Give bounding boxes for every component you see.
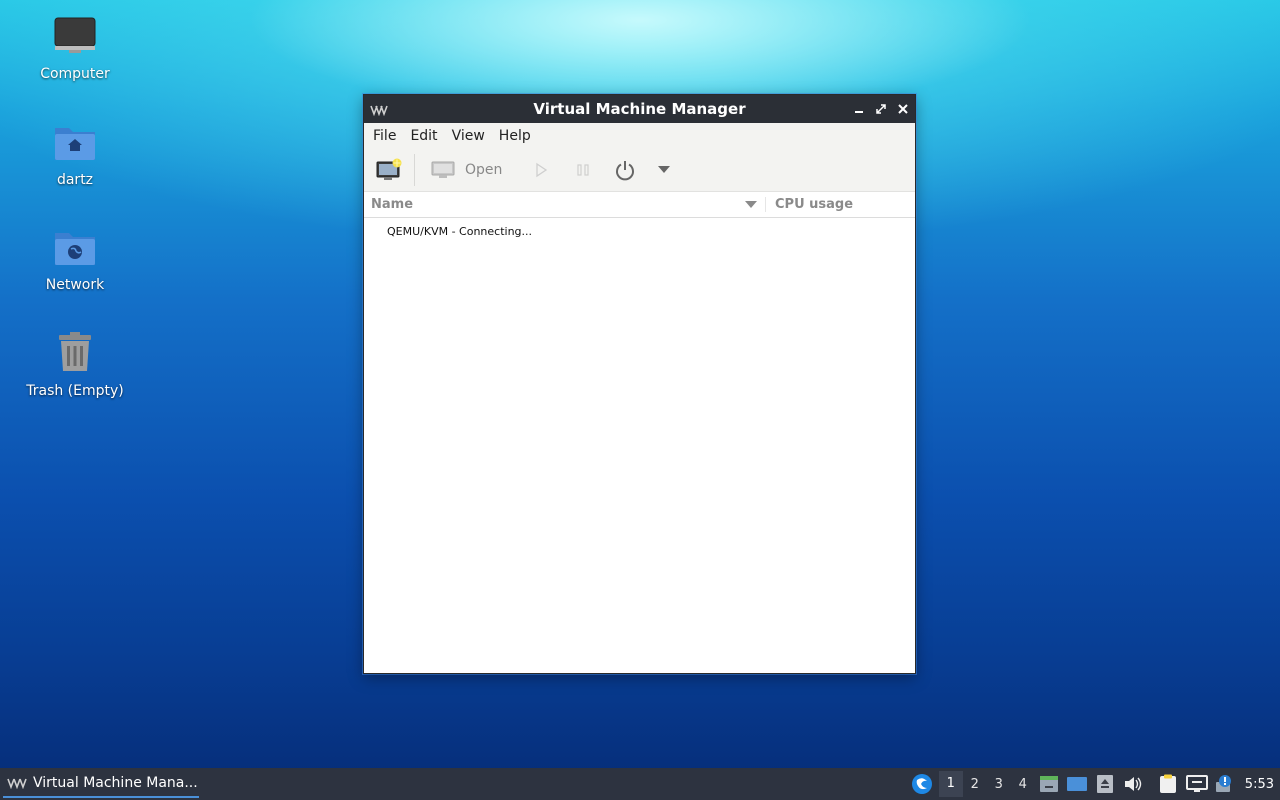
column-cpu-label: CPU usage <box>775 197 854 212</box>
desktop-icon-dartz[interactable]: dartz <box>10 122 140 188</box>
column-header-cpu[interactable]: CPU usage <box>766 197 853 212</box>
run-button[interactable] <box>520 153 562 187</box>
menu-view[interactable]: View <box>445 128 492 144</box>
workspace-1[interactable]: 1 <box>938 771 963 797</box>
shutdown-menu-button[interactable] <box>646 153 682 187</box>
clipboard-icon[interactable] <box>1153 774 1183 794</box>
close-icon[interactable] <box>897 103 909 115</box>
window-title: Virtual Machine Manager <box>533 100 746 118</box>
play-icon <box>536 162 548 178</box>
new-vm-icon <box>376 158 402 180</box>
monitor-icon <box>431 161 455 178</box>
menubar: File Edit View Help <box>364 123 915 149</box>
new-vm-button[interactable] <box>372 153 406 187</box>
desktop-icon-label: dartz <box>56 172 94 188</box>
workspace-4[interactable]: 4 <box>1011 777 1035 792</box>
pause-icon <box>577 164 590 176</box>
taskbar: Virtual Machine Mana... 1 2 3 4 5:53 <box>0 768 1280 800</box>
workspace-3[interactable]: 3 <box>987 777 1011 792</box>
workspace-2[interactable]: 2 <box>963 777 987 792</box>
menu-edit[interactable]: Edit <box>403 128 444 144</box>
open-button[interactable]: Open <box>423 160 510 180</box>
virt-manager-app-icon <box>370 102 388 120</box>
toolbar: Open <box>364 149 915 192</box>
toolbar-separator <box>414 154 415 186</box>
minimize-icon[interactable] <box>853 103 865 115</box>
list-header: Name CPU usage <box>364 192 915 218</box>
desktop-icon-label: Computer <box>40 66 110 82</box>
volume-icon[interactable] <box>1119 775 1147 793</box>
desktop-icon-network[interactable]: Network <box>10 227 140 293</box>
shutdown-button[interactable] <box>604 153 646 187</box>
column-header-name[interactable]: Name <box>364 197 766 212</box>
window-titlebar[interactable]: Virtual Machine Manager <box>364 95 915 123</box>
notification-icon[interactable] <box>1211 774 1239 794</box>
virt-manager-app-icon <box>7 778 27 789</box>
lubuntu-menu-icon[interactable] <box>905 773 939 795</box>
chevron-down-icon <box>658 166 671 173</box>
sort-arrow-icon <box>745 200 757 208</box>
taskbar-window-label: Virtual Machine Mana... <box>33 774 198 791</box>
power-icon <box>616 161 635 181</box>
trash-icon <box>10 331 140 377</box>
network-icon[interactable] <box>1183 774 1211 794</box>
taskbar-window-button[interactable]: Virtual Machine Mana... <box>3 769 199 798</box>
connection-list: QEMU/KVM - Connecting... <box>364 218 915 244</box>
pause-button[interactable] <box>562 153 604 187</box>
maximize-icon[interactable] <box>875 103 887 115</box>
desktop-icon-label: Trash (Empty) <box>26 383 124 399</box>
desktop-icon[interactable] <box>1063 775 1091 793</box>
clock[interactable]: 5:53 <box>1239 777 1280 792</box>
column-name-label: Name <box>371 197 414 212</box>
eject-icon[interactable] <box>1091 774 1119 794</box>
home-folder-icon <box>10 122 140 166</box>
desktop-icon-computer[interactable]: Computer <box>10 16 140 82</box>
menu-file[interactable]: File <box>366 128 403 144</box>
minimize-all-icon[interactable] <box>1035 775 1063 793</box>
desktop-icon-trash[interactable]: Trash (Empty) <box>10 331 140 399</box>
connection-name: QEMU/KVM - Connecting... <box>387 224 533 238</box>
virt-manager-window: Virtual Machine Manager File Edit View H… <box>363 94 916 674</box>
network-folder-icon <box>10 227 140 271</box>
open-button-label: Open <box>465 162 503 178</box>
desktop-icon-label: Network <box>45 277 105 293</box>
system-tray: 1 2 3 4 5:53 <box>905 768 1280 800</box>
menu-help[interactable]: Help <box>492 128 538 144</box>
list-item[interactable]: QEMU/KVM - Connecting... <box>364 218 915 244</box>
computer-icon <box>10 16 140 60</box>
